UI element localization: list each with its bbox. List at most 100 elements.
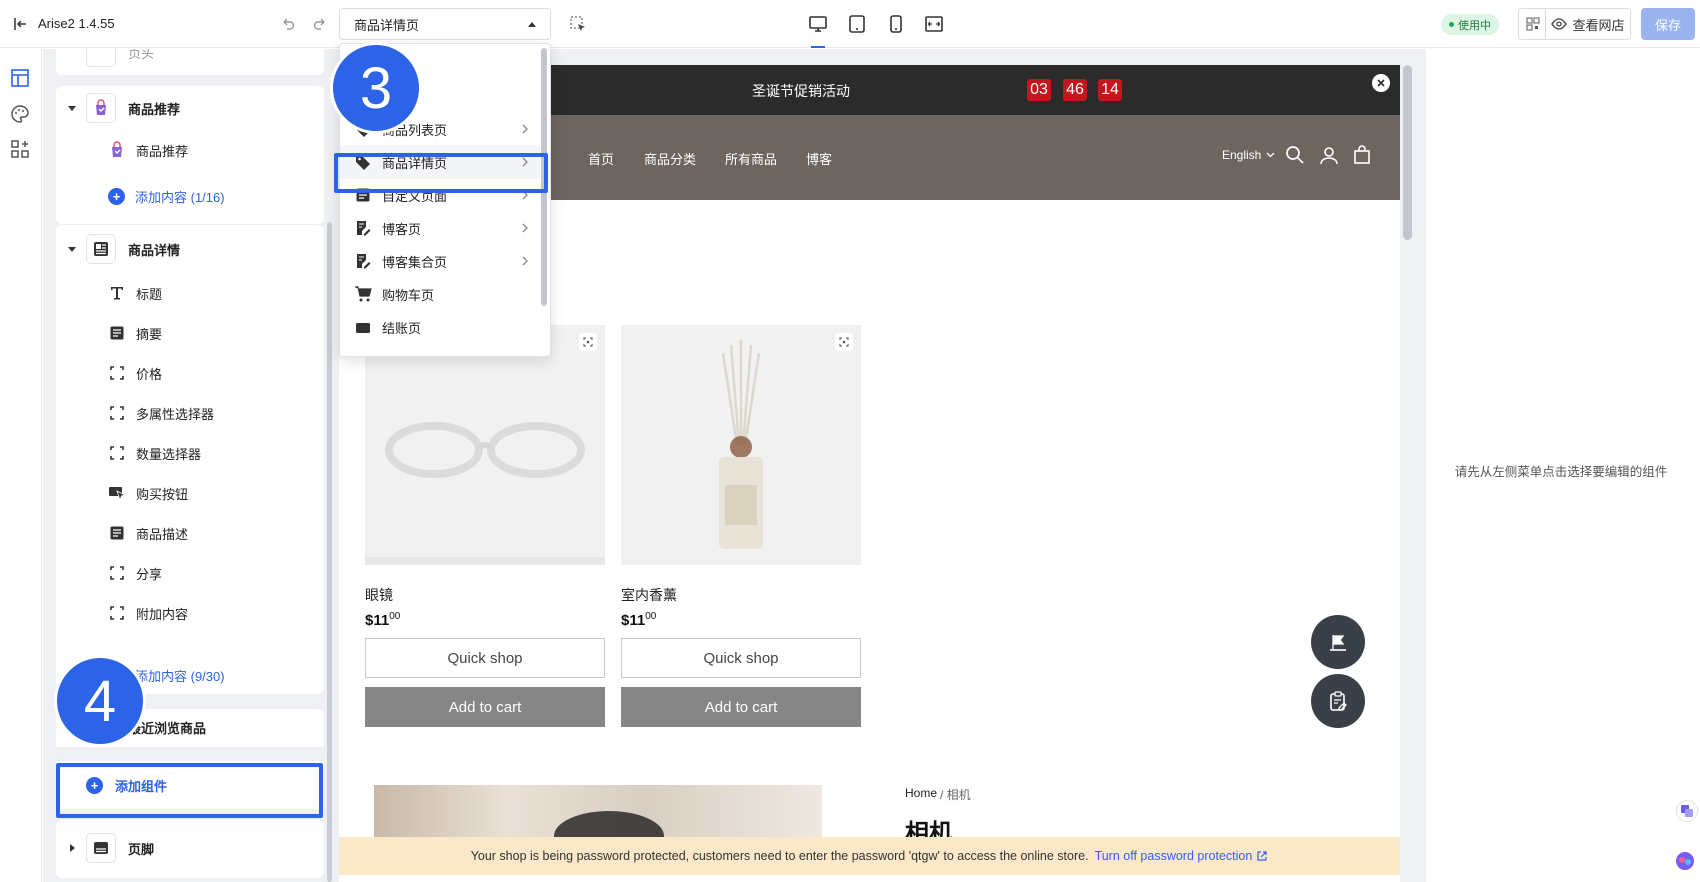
group-title: 页脚: [128, 841, 155, 857]
page-select-value: 商品详情页: [354, 17, 420, 33]
group-header-product-detail[interactable]: 商品详情: [56, 231, 324, 267]
countdown-minutes: 46: [1063, 79, 1087, 101]
save-button[interactable]: 保存: [1641, 8, 1695, 40]
tree-item-label: 标题: [136, 286, 163, 302]
eye-icon: [1551, 18, 1568, 30]
add-content-button[interactable]: + 添加内容 (1/16): [56, 178, 324, 214]
dropdown-item[interactable]: 购物车页: [340, 277, 540, 311]
dropdown-item[interactable]: 结账页: [340, 310, 540, 344]
tree-item[interactable]: 分享: [56, 555, 324, 591]
product-card[interactable]: 眼镜 $1100 Quick shop Add to cart: [365, 325, 605, 727]
add-content-label: 添加内容 (1/16): [135, 189, 225, 205]
document-icon: [108, 325, 126, 341]
palette-icon[interactable]: [10, 104, 30, 124]
translate-icon[interactable]: [1676, 800, 1698, 822]
tree-item[interactable]: 摘要: [56, 315, 324, 351]
tree-item[interactable]: 标题: [56, 275, 324, 311]
frame-icon: [108, 605, 126, 621]
countdown-seconds: 14: [1098, 79, 1122, 101]
chevron-right-icon: [522, 124, 528, 134]
fullscreen-icon[interactable]: [922, 12, 946, 36]
caret-right-icon: [70, 844, 75, 852]
nav-item-categories[interactable]: 商品分类: [644, 149, 696, 168]
highlight-product-detail-page: [334, 153, 548, 193]
add-apps-icon[interactable]: [10, 139, 30, 159]
tablet-device-icon[interactable]: [845, 12, 869, 36]
tree-item[interactable]: 多属性选择器: [56, 395, 324, 431]
nav-item-home[interactable]: 首页: [588, 149, 614, 168]
tree-item[interactable]: 购买按钮: [56, 475, 324, 511]
layout-icon[interactable]: [10, 69, 30, 87]
clipboard-edit-icon: [1330, 691, 1347, 711]
tree-item[interactable]: 商品描述: [56, 515, 324, 551]
dropdown-item-label: 购物车页: [382, 287, 435, 303]
focus-icon[interactable]: [835, 333, 853, 351]
language-selector[interactable]: English: [1222, 148, 1275, 162]
account-icon[interactable]: [1319, 145, 1339, 165]
chevron-down-icon: [1266, 152, 1275, 158]
header-group-card[interactable]: 页头: [56, 49, 324, 75]
quick-shop-button[interactable]: Quick shop: [365, 638, 605, 678]
quick-shop-button[interactable]: Quick shop: [621, 638, 861, 678]
product-name[interactable]: 眼镜: [365, 585, 605, 605]
tree-item[interactable]: 附加内容: [56, 595, 324, 631]
cart-bag-icon[interactable]: [1352, 145, 1372, 165]
mobile-device-icon[interactable]: [884, 12, 908, 36]
product-image[interactable]: [621, 325, 861, 565]
add-to-cart-button[interactable]: Add to cart: [621, 687, 861, 727]
settings-panel-hint: 请先从左侧菜单点击选择要编辑的组件: [1454, 464, 1668, 479]
select-element-icon[interactable]: [567, 13, 589, 35]
group-title: 商品详情: [128, 242, 181, 258]
search-icon[interactable]: [1285, 145, 1305, 165]
nav-item-blog[interactable]: 博客: [806, 149, 832, 168]
canvas-scrollbar[interactable]: [1403, 65, 1412, 240]
close-icon[interactable]: [1372, 74, 1390, 92]
tree-item-product-recommend[interactable]: 商品推荐: [56, 132, 324, 168]
dropdown-item-label: 结账页: [382, 320, 422, 336]
product-price: $1100: [365, 611, 401, 629]
product-recommend-group-card: 商品推荐 商品推荐 + 添加内容 (1/16): [56, 86, 324, 224]
qr-code-button[interactable]: [1518, 8, 1546, 40]
tree-item-label: 商品推荐: [136, 143, 189, 159]
ai-assistant-icon[interactable]: [1670, 846, 1700, 876]
dropdown-item[interactable]: 博客集合页: [340, 244, 540, 278]
undo-icon[interactable]: [278, 14, 298, 34]
product-recommend-icon: [108, 141, 126, 159]
turn-off-password-link[interactable]: Turn off password protection: [1095, 849, 1269, 863]
dropdown-item[interactable]: 博客页: [340, 211, 540, 245]
status-badge: 使用中: [1441, 14, 1499, 35]
product-card[interactable]: 室内香薰 $1100 Quick shop Add to cart: [621, 325, 861, 727]
group-header-footer[interactable]: 页脚: [56, 830, 324, 866]
panel-scrollbar[interactable]: [327, 222, 332, 882]
tree-item[interactable]: 价格: [56, 355, 324, 391]
settings-panel: 请先从左侧菜单点击选择要编辑的组件: [1428, 65, 1694, 875]
header-group-icon: [86, 49, 116, 67]
nav-item-all-products[interactable]: 所有商品: [725, 149, 777, 168]
breadcrumb-current: / 相机: [940, 788, 971, 802]
frame-icon: [108, 445, 126, 461]
frame-icon: [108, 405, 126, 421]
add-content-label: 添加内容 (9/30): [135, 668, 225, 684]
desktop-device-icon[interactable]: [806, 12, 830, 36]
product-detail-image[interactable]: [374, 785, 822, 845]
redo-icon[interactable]: [310, 14, 330, 34]
page-select[interactable]: 商品详情页: [339, 8, 551, 40]
exit-icon[interactable]: [10, 14, 30, 34]
document-icon: [108, 525, 126, 541]
breadcrumb-home[interactable]: Home: [905, 786, 937, 803]
device-active-indicator: [811, 46, 825, 48]
product-image[interactable]: [365, 325, 605, 565]
view-store-button[interactable]: 查看网店: [1545, 8, 1631, 40]
status-dot-icon: [1449, 22, 1454, 27]
footer-group-card[interactable]: 页脚: [56, 820, 324, 878]
dropdown-item-label: 博客页: [382, 221, 422, 237]
focus-icon[interactable]: [579, 333, 597, 351]
breadcrumb: Home / 相机: [905, 786, 971, 803]
floating-flag-button[interactable]: [1311, 615, 1365, 669]
group-header-product-recommend[interactable]: 商品推荐: [56, 90, 324, 126]
add-to-cart-button[interactable]: Add to cart: [365, 687, 605, 727]
floating-notes-button[interactable]: [1311, 674, 1365, 728]
highlight-add-component: [56, 763, 323, 818]
tree-item[interactable]: 数量选择器: [56, 435, 324, 471]
product-name[interactable]: 室内香薰: [621, 585, 861, 605]
